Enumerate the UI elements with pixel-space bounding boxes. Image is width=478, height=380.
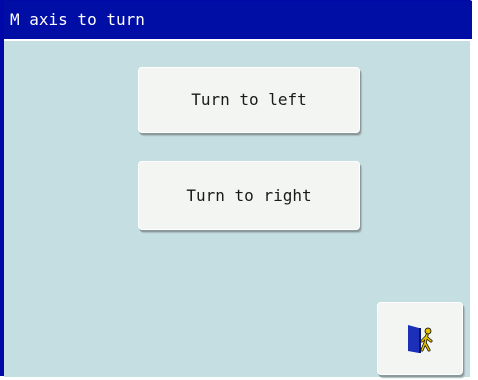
turn-left-button[interactable]: Turn to left <box>138 67 360 133</box>
content-area: Turn to left Turn to right <box>4 41 470 377</box>
exit-button[interactable] <box>377 302 463 375</box>
window-title: M axis to turn <box>4 1 472 41</box>
exit-door-icon <box>408 324 433 353</box>
axis-turn-window: M axis to turn Turn to left Turn to righ… <box>0 0 472 377</box>
turn-right-button[interactable]: Turn to right <box>138 161 360 230</box>
